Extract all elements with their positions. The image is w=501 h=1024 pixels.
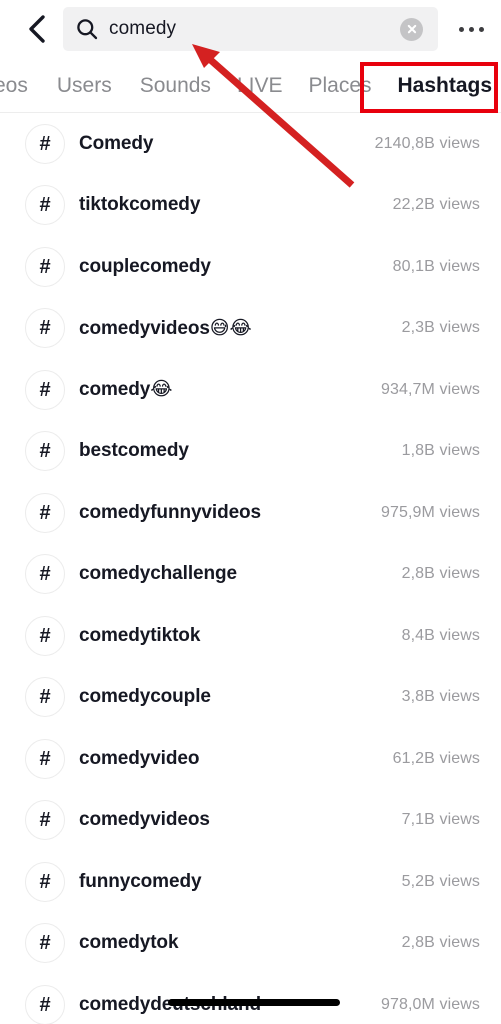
hashtag-view-count: 22,2B views [392, 196, 480, 214]
hashtag-view-count: 2,8B views [401, 565, 480, 583]
hashtag-name: comedytok [79, 932, 179, 954]
hashtag-name: comedytiktok [79, 624, 201, 646]
hashtag-view-count: 61,2B views [392, 749, 480, 767]
hashtag-view-count: 5,2B views [401, 872, 480, 890]
hashtag-row[interactable]: # comedyvideo 61,2B views [0, 728, 501, 790]
search-field[interactable] [63, 7, 438, 51]
hashtag-name: funnycomedy [79, 870, 202, 892]
hashtag-name: comedycouple [79, 686, 211, 708]
hashtag-view-count: 3,8B views [401, 688, 480, 706]
hashtag-name: couplecomedy [79, 255, 211, 277]
hashtag-name: comedy😂 [79, 379, 173, 401]
ellipsis-dot-2 [468, 26, 474, 32]
hashtag-name: comedyvideos [79, 809, 210, 831]
hash-icon: # [25, 123, 65, 164]
hashtag-row[interactable]: # comedyvideos 7,1B views [0, 790, 501, 852]
hash-icon: # [25, 431, 65, 472]
hash-icon: # [25, 185, 65, 226]
hash-icon: # [25, 492, 65, 533]
hash-icon: # [25, 923, 65, 964]
hashtag-row[interactable]: # couplecomedy 80,1B views [0, 236, 501, 298]
hash-icon: # [25, 308, 65, 349]
search-input[interactable] [109, 18, 400, 40]
chevron-left-icon [27, 14, 47, 44]
hash-icon: # [25, 861, 65, 902]
tab-live[interactable]: LIVE [237, 75, 283, 96]
hashtag-view-count: 934,7M views [380, 380, 480, 398]
hashtag-row[interactable]: # comedyvideos😅😂 2,3B views [0, 298, 501, 360]
hash-icon: # [25, 984, 65, 1024]
hashtag-view-count: 2,8B views [401, 934, 480, 952]
hashtag-view-count: 2140,8B views [374, 134, 480, 152]
hashtag-row[interactable]: # comedytiktok 8,4B views [0, 605, 501, 667]
hash-icon: # [25, 677, 65, 718]
hashtag-name: comedyvideos😅😂 [79, 317, 252, 339]
hashtag-row[interactable]: # comedyfunnyvideos 975,9M views [0, 482, 501, 544]
hashtag-row[interactable]: # tiktokcomedy 22,2B views [0, 175, 501, 237]
hashtag-name: comedyvideo [79, 747, 200, 769]
hash-icon: # [25, 738, 65, 779]
back-button[interactable] [20, 12, 54, 46]
hashtag-name: tiktokcomedy [79, 194, 201, 216]
hashtag-row[interactable]: # comedytok 2,8B views [0, 913, 501, 975]
hashtag-view-count: 8,4B views [401, 626, 480, 644]
clear-search-icon[interactable] [400, 17, 423, 41]
hashtag-name: comedyfunnyvideos [79, 501, 262, 523]
hashtags-tab-highlight-box [360, 62, 498, 113]
hashtag-name: Comedy [79, 132, 154, 154]
hashtag-view-count: 80,1B views [392, 257, 480, 275]
hashtag-row[interactable]: # comedychallenge 2,8B views [0, 544, 501, 606]
hashtag-row[interactable]: # funnycomedy 5,2B views [0, 851, 501, 913]
hashtag-view-count: 1,8B views [401, 442, 480, 460]
hashtag-row[interactable]: # comedycouple 3,8B views [0, 667, 501, 729]
hashtag-row[interactable]: # comedy😂 934,7M views [0, 359, 501, 421]
hash-icon: # [25, 369, 65, 410]
tab-videos[interactable]: eos [0, 75, 28, 96]
hashtag-row[interactable]: # bestcomedy 1,8B views [0, 421, 501, 483]
hash-icon: # [25, 615, 65, 656]
ellipsis-dot-3 [478, 26, 484, 32]
hash-icon: # [25, 800, 65, 841]
tiktok-search-results-screen: eos Users Sounds LIVE Places Hashtags #C… [0, 0, 501, 1024]
search-icon [76, 18, 98, 40]
hashtag-view-count: 978,0M views [380, 995, 480, 1013]
more-options-button[interactable] [451, 14, 491, 44]
hash-icon: # [25, 246, 65, 287]
hashtag-view-count: 2,3B views [401, 319, 480, 337]
hashtag-row[interactable]: # Comedy 2140,8B views [0, 113, 501, 175]
top-search-bar [0, 0, 501, 58]
hash-icon: # [25, 554, 65, 595]
hashtag-view-count: 975,9M views [380, 503, 480, 521]
tab-users[interactable]: Users [57, 75, 112, 96]
tab-sounds[interactable]: Sounds [140, 75, 211, 96]
home-indicator [168, 999, 340, 1006]
hashtag-results-list: # Comedy 2140,8B views # tiktokcomedy 22,2B v… [0, 113, 501, 1024]
hashtag-name: bestcomedy [79, 440, 189, 462]
ellipsis-dot-1 [458, 26, 464, 32]
hashtag-view-count: 7,1B views [401, 811, 480, 829]
hashtag-name: comedychallenge [79, 563, 237, 585]
